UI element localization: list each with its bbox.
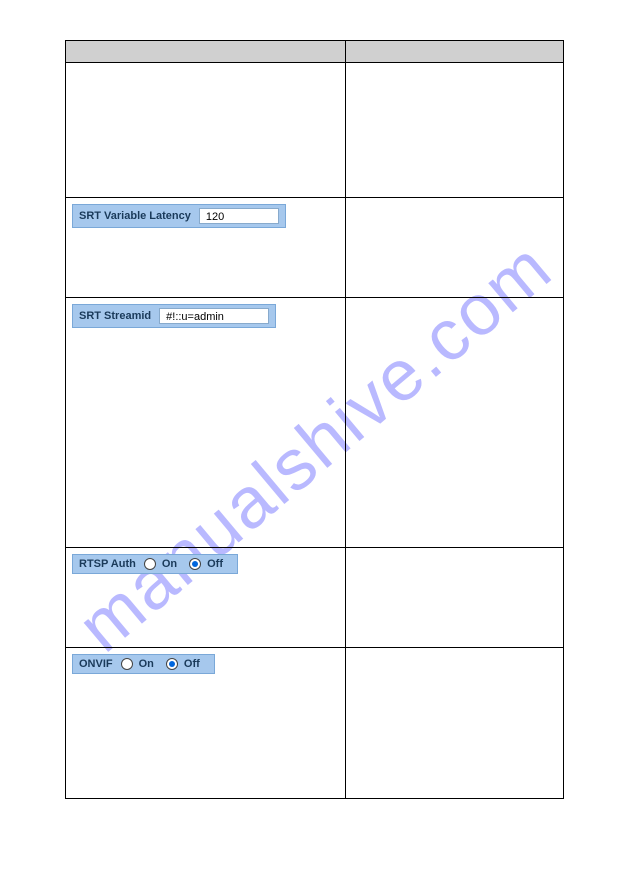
onvif-control: ONVIF On Off — [72, 654, 215, 674]
settings-table: SRT Variable Latency 120 SRT Streamid #!… — [65, 40, 564, 799]
table-header-col2 — [346, 41, 563, 62]
onvif-on-label: On — [139, 658, 154, 670]
table-row: SRT Streamid #!::u=admin — [66, 298, 563, 548]
cell-rtsp-auth: RTSP Auth On Off — [66, 548, 346, 647]
cell-empty — [346, 548, 563, 647]
onvif-off-radio[interactable] — [166, 658, 178, 670]
table-row: SRT Variable Latency 120 — [66, 198, 563, 298]
table-header-col1 — [66, 41, 346, 62]
rtsp-auth-label: RTSP Auth — [79, 558, 136, 570]
srt-streamid-input[interactable]: #!::u=admin — [159, 308, 269, 324]
table-row: ONVIF On Off — [66, 648, 563, 798]
cell-empty — [346, 63, 563, 197]
srt-latency-input[interactable]: 120 — [199, 208, 279, 224]
cell-srt-streamid: SRT Streamid #!::u=admin — [66, 298, 346, 547]
srt-streamid-label: SRT Streamid — [79, 310, 151, 322]
srt-streamid-control: SRT Streamid #!::u=admin — [72, 304, 276, 328]
onvif-radio-group: On Off — [121, 658, 208, 670]
cell-srt-latency: SRT Variable Latency 120 — [66, 198, 346, 297]
srt-latency-control: SRT Variable Latency 120 — [72, 204, 286, 228]
cell-empty — [346, 648, 563, 798]
onvif-on-radio[interactable] — [121, 658, 133, 670]
rtsp-on-label: On — [162, 558, 177, 570]
rtsp-auth-radio-group: On Off — [144, 558, 231, 570]
rtsp-off-label: Off — [207, 558, 223, 570]
rtsp-auth-control: RTSP Auth On Off — [72, 554, 238, 574]
rtsp-off-radio[interactable] — [189, 558, 201, 570]
table-row — [66, 63, 563, 198]
onvif-label: ONVIF — [79, 658, 113, 670]
cell-empty — [346, 198, 563, 297]
cell-onvif: ONVIF On Off — [66, 648, 346, 798]
srt-latency-label: SRT Variable Latency — [79, 210, 191, 222]
table-header-row — [66, 41, 563, 63]
cell-empty — [346, 298, 563, 547]
table-row: RTSP Auth On Off — [66, 548, 563, 648]
onvif-off-label: Off — [184, 658, 200, 670]
rtsp-on-radio[interactable] — [144, 558, 156, 570]
cell-empty — [66, 63, 346, 197]
